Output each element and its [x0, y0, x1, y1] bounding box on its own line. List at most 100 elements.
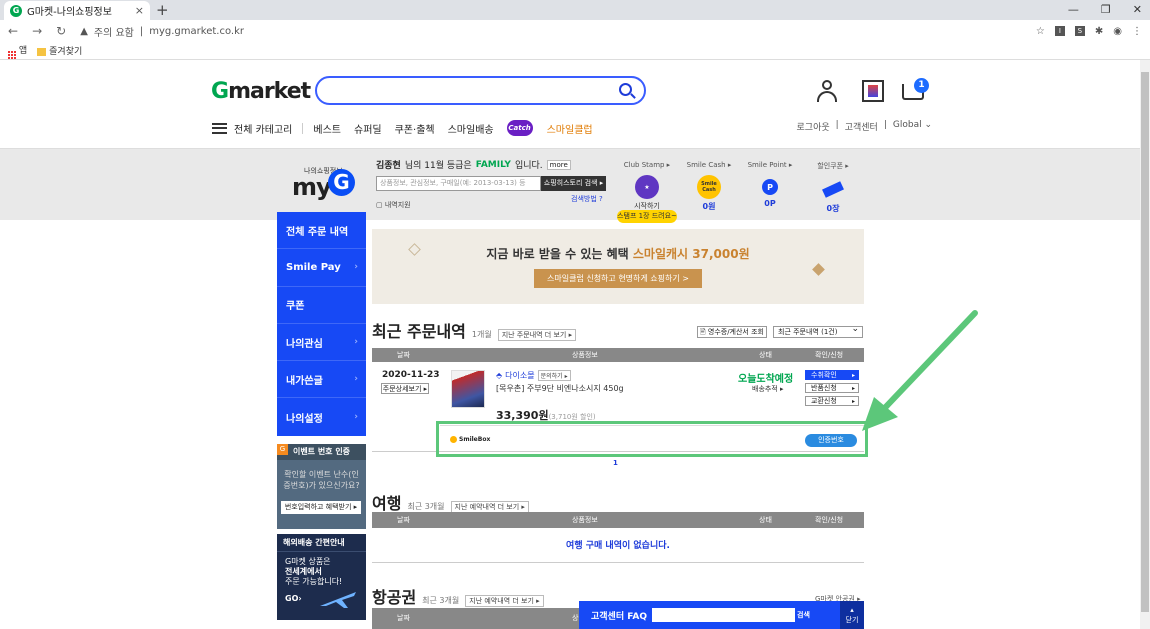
global-link[interactable]: Global ⌄	[893, 120, 932, 133]
restore-icon[interactable]: ❐	[1101, 0, 1111, 20]
product-name[interactable]: [목우촌] 주부9단 비엔나소시지 450g	[496, 383, 624, 394]
delivery-status: 오늘도착예정	[738, 374, 794, 385]
bookmarks-bar: 앱 즐겨찾기	[0, 42, 1150, 60]
side-item-all-orders[interactable]: 전체 주문 내역	[277, 212, 366, 250]
close-window-icon[interactable]: ✕	[1133, 0, 1142, 20]
logout-link[interactable]: 로그아웃	[797, 120, 830, 133]
extension-s-icon[interactable]: S	[1074, 26, 1085, 36]
side-item-settings[interactable]: 나의설정 ›	[277, 398, 366, 435]
smile-club-apply-button[interactable]: 스마일클럽 신청하고 현명하게 쇼핑하기 >	[534, 269, 702, 288]
extension-i-icon[interactable]: I	[1054, 26, 1065, 36]
event-code-box: G 이벤트 번호 인증 확인할 이벤트 난수(인증번호)가 있으신가요? 번호입…	[277, 444, 366, 529]
apps-grid-icon	[8, 50, 16, 59]
faq-search-button[interactable]: 검색	[797, 610, 810, 620]
stamp-tooltip: 스탬프 1장 드려요~	[617, 210, 677, 223]
chevron-right-icon: ›	[354, 262, 358, 273]
bookmark-favorites[interactable]: 즐겨찾기	[37, 44, 82, 57]
scrollbar-thumb[interactable]	[1141, 72, 1149, 612]
order-detail-button[interactable]: 주문상세보기 ▸	[381, 383, 429, 394]
receipt-button[interactable]: 🖹 영수증/계산서 조회	[697, 326, 767, 338]
airplane-icon	[320, 592, 356, 608]
product-image[interactable]	[451, 370, 485, 408]
page-scrollbar[interactable]	[1140, 60, 1150, 629]
overseas-shipping-box[interactable]: 해외배송 간편안내 G마켓 상품은 전세계에서 주문 가능합니다! GO›	[277, 534, 366, 620]
side-item-smile-pay[interactable]: Smile Pay ›	[277, 249, 366, 287]
smile-cash-stat[interactable]: Smile Cash ▸ Smile Cash 0원	[679, 161, 739, 212]
seller-name[interactable]: ⬘ 다이소몰 문의하기 ▸	[496, 370, 571, 381]
new-tab-button[interactable]: +	[156, 0, 169, 20]
coupon-stat[interactable]: 할인쿠폰 ▸ 0장	[803, 161, 863, 214]
point-icon: P	[762, 179, 778, 195]
orders-table-header: 날짜 상품정보 상태 확인/신청	[372, 348, 864, 362]
event-box-title: 이벤트 번호 인증	[277, 444, 366, 460]
url-field[interactable]: ▲ 주의 요함 | myg.gmarket.co.kr	[80, 24, 244, 39]
chevron-right-icon: ›	[354, 412, 358, 423]
travel-table-header: 날짜 상품정보 상태 확인/신청	[372, 512, 864, 528]
nav-smile-club[interactable]: 스마일클럽	[547, 121, 593, 136]
side-item-interest[interactable]: 나의관심 ›	[277, 324, 366, 362]
recent-viewed-icon[interactable]	[862, 80, 884, 102]
history-help-link[interactable]: ▢ 내역지원	[376, 200, 411, 210]
gmarket-logo[interactable]: Gmarket	[211, 79, 311, 104]
membership-grade: 김종현 님의 11월 등급은 FAMILY 입니다. more	[376, 158, 571, 171]
global-nav: 전체 카테고리 베스트 슈퍼딜 쿠폰·출첵 스마일배송 Catch 스마일클럽 …	[212, 120, 932, 136]
back-icon[interactable]: ←	[8, 24, 18, 38]
travel-empty-message: 여행 구매 내역이 없습니다.	[372, 528, 864, 563]
g-badge-icon: G	[277, 444, 288, 455]
faq-search-input[interactable]	[652, 608, 795, 622]
recent-orders-title: 최근 주문내역 1개월 지난 주문내역 더 보기 ▸	[372, 318, 577, 342]
forward-icon[interactable]: →	[32, 24, 42, 38]
star-icon[interactable]: ☆	[1036, 26, 1045, 37]
all-categories-link[interactable]: 전체 카테고리	[234, 121, 292, 136]
past-airline-button[interactable]: 지난 예약내역 더 보기 ▸	[465, 595, 544, 607]
search-help-link[interactable]: 검색방법 ?	[571, 194, 603, 204]
history-search-input[interactable]: 상품정보, 관심정보, 구매일(예: 2013-03-13) 등	[376, 176, 541, 191]
bookmark-apps[interactable]: 앱	[8, 43, 27, 59]
club-stamp-stat[interactable]: Club Stamp ▸ ★ 시작하기	[617, 161, 677, 211]
divider	[302, 122, 304, 134]
security-label: 주의 요함	[93, 27, 134, 39]
folder-icon	[37, 47, 47, 56]
profile-icon[interactable]: ◉	[1113, 26, 1122, 37]
event-code-button[interactable]: 번호입력하고 혜택받기 ▸	[281, 501, 361, 514]
faq-search-bar: 고객센터 FAQ 검색	[579, 601, 840, 629]
menu-dots-icon[interactable]: ⋮	[1132, 26, 1142, 37]
nav-best[interactable]: 베스트	[313, 121, 341, 136]
puzzle-icon[interactable]: ✱	[1095, 26, 1103, 37]
history-search-button[interactable]: 쇼핑히스토리 검색 ▸	[541, 176, 606, 191]
minimize-icon[interactable]: —	[1068, 0, 1079, 20]
track-delivery-button[interactable]: 배송추적 ▸	[752, 384, 784, 394]
smile-point-stat[interactable]: Smile Point ▸ P 0P	[740, 161, 800, 208]
nav-smile-delivery[interactable]: 스마일배송	[448, 121, 494, 136]
inquiry-button[interactable]: 문의하기 ▸	[537, 370, 571, 381]
event-box-text: 확인할 이벤트 난수(인증번호)가 있으신가요?	[283, 470, 360, 490]
past-orders-button[interactable]: 지난 주문내역 더 보기 ▸	[497, 329, 577, 341]
go-link[interactable]: GO›	[285, 594, 302, 603]
user-icon[interactable]	[817, 80, 837, 102]
smile-club-banner[interactable]: 지금 바로 받을 수 있는 혜택 스마일캐시 37,000원 스마일클럽 신청하…	[372, 229, 864, 304]
search-icon[interactable]	[619, 83, 632, 96]
highlight-box	[436, 421, 868, 457]
side-item-my-posts[interactable]: 내가쓴글 ›	[277, 361, 366, 399]
cart-count-badge: 1	[914, 78, 929, 93]
url-separator: |	[139, 25, 144, 37]
hamburger-icon[interactable]	[212, 122, 227, 134]
customer-center-link[interactable]: 고객센터	[845, 120, 878, 133]
search-input[interactable]	[315, 76, 646, 105]
browser-toolbar-right: ☆ I S ✱ ◉ ⋮	[1036, 26, 1142, 37]
shop-icon: ⬘	[496, 371, 503, 380]
annotation-arrow-icon	[862, 310, 978, 431]
catch-logo[interactable]: Catch	[506, 120, 533, 136]
reload-icon[interactable]: ↻	[56, 24, 66, 38]
diamond-decor-icon	[812, 263, 825, 276]
nav-coupon[interactable]: 쿠폰·출첵	[395, 121, 435, 136]
browser-tab[interactable]: G G마켓-나의쇼핑정보 ×	[4, 1, 150, 20]
grade-more-button[interactable]: more	[546, 159, 571, 170]
pagination-page[interactable]: 1	[613, 459, 618, 467]
smile-cash-icon: Smile Cash	[697, 175, 721, 199]
side-item-coupon[interactable]: 쿠폰	[277, 287, 366, 324]
side-nav: 전체 주문 내역 Smile Pay › 쿠폰 나의관심 › 내가쓴글 › 나의설정 ›	[277, 212, 366, 436]
nav-superdeal[interactable]: 슈퍼딜	[354, 121, 382, 136]
close-icon[interactable]: ×	[135, 4, 144, 17]
faq-close-button[interactable]: ▴ 닫기	[840, 601, 864, 629]
